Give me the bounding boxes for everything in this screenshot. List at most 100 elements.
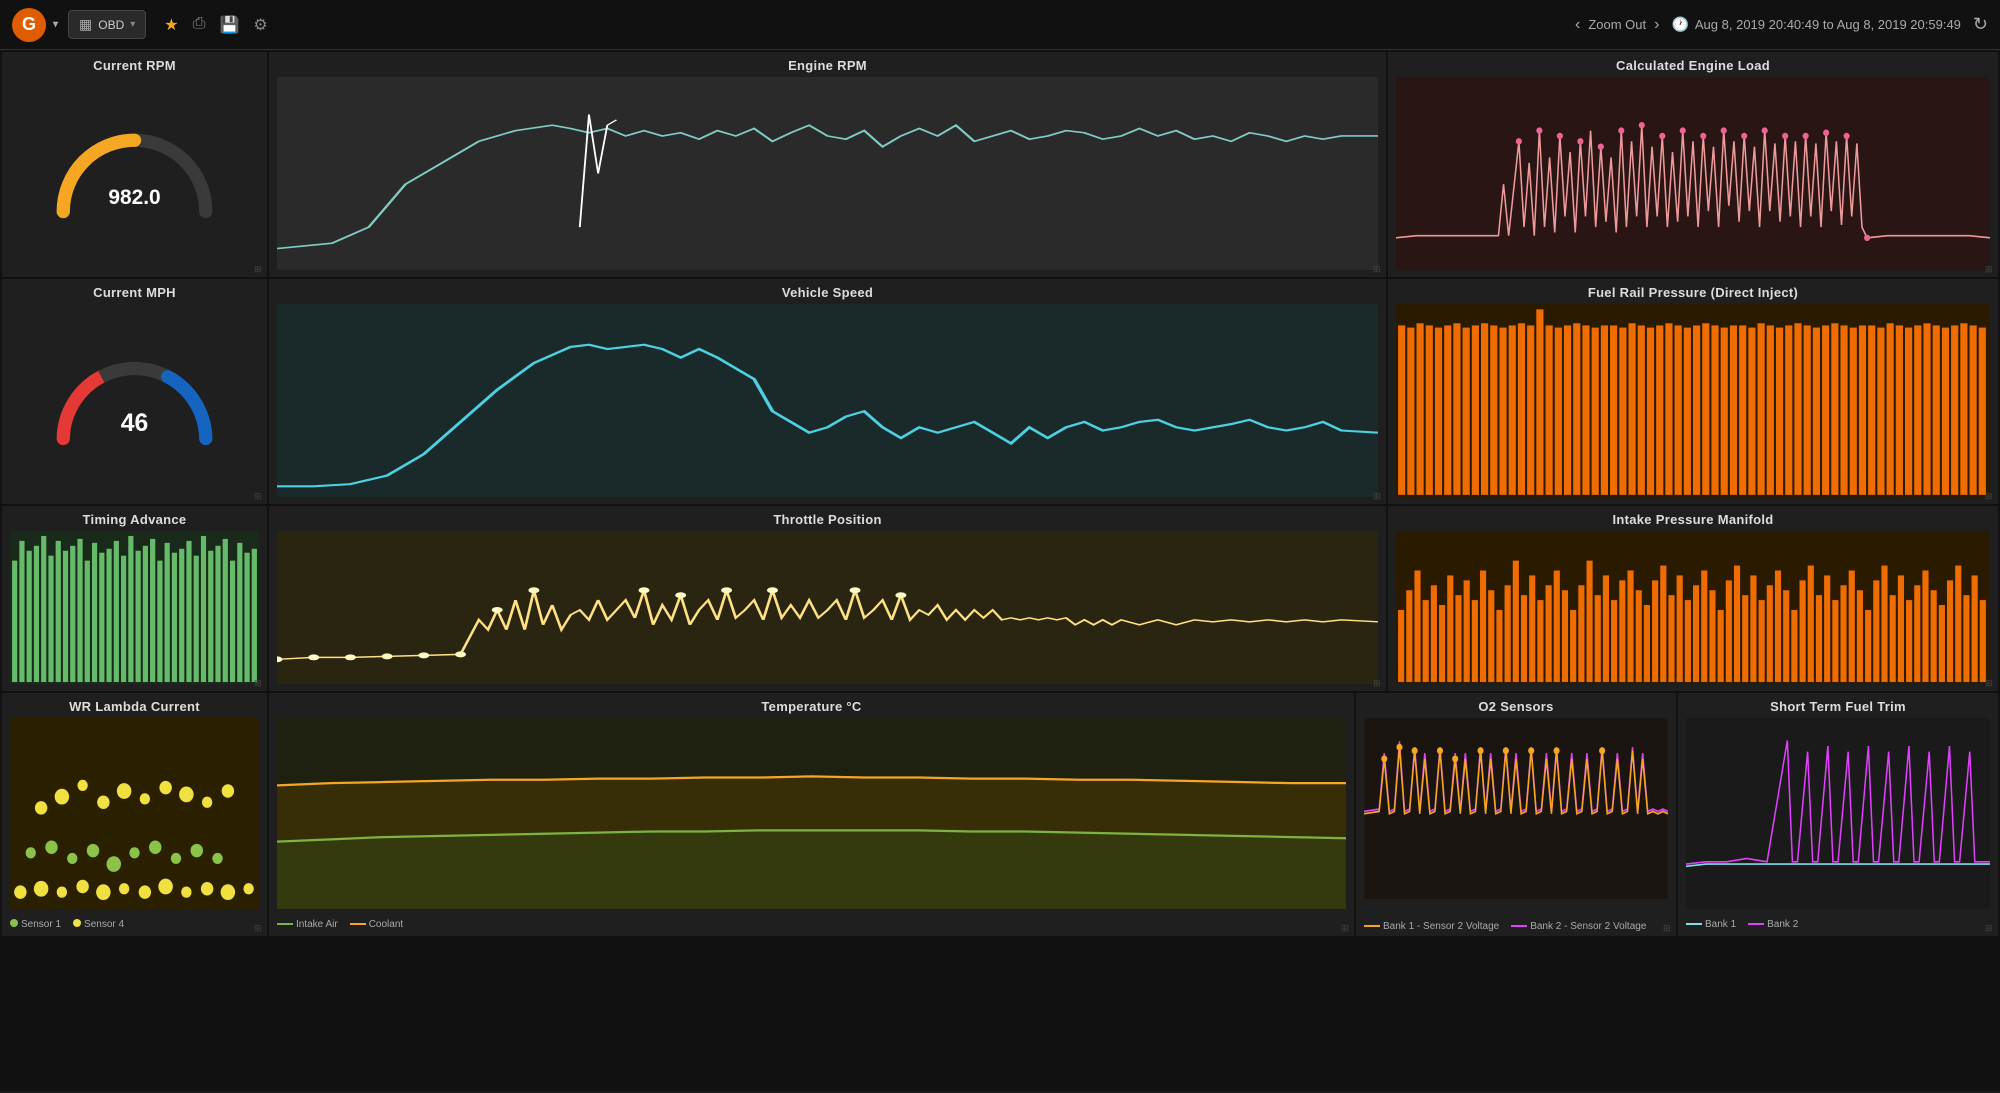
fuel-rail-chart: /* bars rendered below */: [1396, 304, 1990, 497]
mph-gauge: 46: [10, 304, 259, 497]
panel-intake-manifold: Intake Pressure Manifold: [1388, 506, 1998, 691]
bank2-fuel-legend: Bank 2: [1748, 919, 1798, 930]
star-icon[interactable]: ★: [164, 15, 178, 35]
wr-lambda-svg: [10, 718, 259, 909]
o2-sensors-title: O2 Sensors: [1364, 699, 1668, 714]
coolant-legend: Coolant: [350, 919, 403, 930]
panel-fuel-rail: Fuel Rail Pressure (Direct Inject) /* ba…: [1388, 279, 1998, 504]
engine-rpm-chart: [277, 77, 1378, 270]
vehicle-speed-title: Vehicle Speed: [277, 285, 1378, 300]
o2-sensors-chart: [1364, 718, 1668, 899]
calc-load-chart: [1396, 77, 1990, 270]
resize-handle: ⊞: [1341, 923, 1351, 933]
temperature-title: Temperature °C: [277, 699, 1346, 714]
o2-sensors-svg: [1364, 718, 1668, 899]
intake-air-legend: Intake Air: [277, 919, 338, 930]
panel-temperature: Temperature °C Intake Air Coolant: [269, 693, 1354, 936]
intake-manifold-chart: [1396, 531, 1990, 684]
save-icon[interactable]: 💾: [219, 15, 239, 35]
refresh-icon[interactable]: ↻: [1973, 14, 1988, 35]
wr-lambda-chart: [10, 718, 259, 909]
time-range: 🕐 Aug 8, 2019 20:40:49 to Aug 8, 2019 20…: [1671, 16, 1960, 33]
fuel-rail-svg: /* bars rendered below */: [1396, 304, 1990, 497]
resize-handle: ⊞: [1373, 264, 1383, 274]
fuel-trim-svg: [1686, 718, 1990, 909]
sensor4-legend-item: Sensor 4: [73, 919, 124, 930]
nav-left: G ▦ OBD ▾ ★ ⎙ 💾 ⚙: [12, 8, 268, 42]
logo-button[interactable]: G: [12, 8, 46, 42]
resize-handle: ⊞: [1985, 923, 1995, 933]
zoom-prev[interactable]: ‹: [1575, 16, 1580, 34]
engine-rpm-title: Engine RPM: [277, 58, 1378, 73]
resize-handle: ⊞: [1373, 678, 1383, 688]
temperature-legend: Intake Air Coolant: [277, 919, 403, 930]
obd-dropdown[interactable]: ▦ OBD ▾: [68, 10, 146, 39]
mph-gauge-svg: 46: [47, 353, 222, 448]
obd-label: OBD: [98, 18, 124, 32]
panel-calc-engine-load: Calculated Engine Load ⊞: [1388, 52, 1998, 277]
timing-advance-chart: [10, 531, 259, 684]
resize-handle: ⊞: [254, 491, 264, 501]
fuel-trim-chart: [1686, 718, 1990, 909]
zoom-out-label[interactable]: Zoom Out: [1588, 17, 1646, 32]
panel-current-mph: Current MPH 46 ⊞: [2, 279, 267, 504]
panel-short-term-fuel: Short Term Fuel Trim Bank 1 Bank 2 ⊞: [1678, 693, 1998, 936]
vehicle-speed-chart: [277, 304, 1378, 497]
o2-legend: Bank 1 - Sensor 2 Voltage Bank 2 - Senso…: [1364, 921, 1646, 932]
panel-engine-rpm: Engine RPM ⊞: [269, 52, 1386, 277]
rpm-gauge-svg: 982.0: [47, 126, 222, 221]
calc-load-svg: [1396, 77, 1990, 270]
timing-advance-title: Timing Advance: [10, 512, 259, 527]
settings-icon[interactable]: ⚙: [253, 15, 267, 35]
resize-handle: ⊞: [1985, 678, 1995, 688]
temperature-chart: [277, 718, 1346, 909]
resize-handle: ⊞: [254, 678, 264, 688]
bank2-sensor-legend: Bank 2 - Sensor 2 Voltage: [1511, 921, 1646, 932]
calc-load-title: Calculated Engine Load: [1396, 58, 1990, 73]
panel-o2-sensors: O2 Sensors: [1356, 693, 1676, 936]
panel-timing-advance: Timing Advance: [2, 506, 267, 691]
bank1-fuel-legend: Bank 1: [1686, 919, 1736, 930]
svg-text:46: 46: [121, 410, 148, 437]
bank1-sensor-legend: Bank 1 - Sensor 2 Voltage: [1364, 921, 1499, 932]
resize-handle: ⊞: [1985, 491, 1995, 501]
chevron-down-icon: ▾: [130, 19, 135, 30]
resize-handle: ⊞: [254, 923, 264, 933]
grid-icon: ▦: [79, 16, 92, 33]
vehicle-speed-svg: [277, 304, 1378, 497]
rpm-gauge: 982.0: [10, 77, 259, 270]
fuel-trim-legend: Bank 1 Bank 2: [1686, 919, 1798, 930]
wr-lambda-title: WR Lambda Current: [10, 699, 259, 714]
resize-handle: ⊞: [1373, 491, 1383, 501]
current-mph-title: Current MPH: [10, 285, 259, 300]
panel-current-rpm: Current RPM 982.0 ⊞: [2, 52, 267, 277]
panel-vehicle-speed: Vehicle Speed ⊞: [269, 279, 1386, 504]
nav-right: ‹ Zoom Out › 🕐 Aug 8, 2019 20:40:49 to A…: [1575, 14, 1988, 35]
intake-manifold-title: Intake Pressure Manifold: [1396, 512, 1990, 527]
resize-handle: ⊞: [1663, 923, 1673, 933]
intake-manifold-svg: [1396, 531, 1990, 684]
zoom-next[interactable]: ›: [1654, 16, 1659, 34]
sensor1-legend-item: Sensor 1: [10, 919, 61, 930]
wr-lambda-legend: Sensor 1 Sensor 4: [10, 919, 124, 930]
throttle-svg: [277, 531, 1378, 684]
share-icon[interactable]: ⎙: [193, 15, 206, 35]
svg-text:982.0: 982.0: [108, 186, 160, 209]
resize-handle: ⊞: [1985, 264, 1995, 274]
fuel-rail-title: Fuel Rail Pressure (Direct Inject): [1396, 285, 1990, 300]
throttle-chart: [277, 531, 1378, 684]
short-term-fuel-title: Short Term Fuel Trim: [1686, 699, 1990, 714]
timing-advance-svg: [10, 531, 259, 684]
throttle-title: Throttle Position: [277, 512, 1378, 527]
panel-throttle-position: Throttle Position ⊞: [269, 506, 1386, 691]
topnav: G ▦ OBD ▾ ★ ⎙ 💾 ⚙ ‹ Zoom Out › 🕐 Aug 8, …: [0, 0, 2000, 50]
current-rpm-title: Current RPM: [10, 58, 259, 73]
engine-rpm-svg: [277, 77, 1378, 270]
zoom-area: ‹ Zoom Out ›: [1575, 16, 1659, 34]
resize-handle: ⊞: [254, 264, 264, 274]
clock-icon: 🕐: [1671, 16, 1688, 33]
nav-icons: ★ ⎙ 💾 ⚙: [164, 15, 267, 35]
temperature-svg: [277, 718, 1346, 909]
panel-wr-lambda: WR Lambda Current: [2, 693, 267, 936]
time-range-text: Aug 8, 2019 20:40:49 to Aug 8, 2019 20:5…: [1695, 17, 1961, 32]
